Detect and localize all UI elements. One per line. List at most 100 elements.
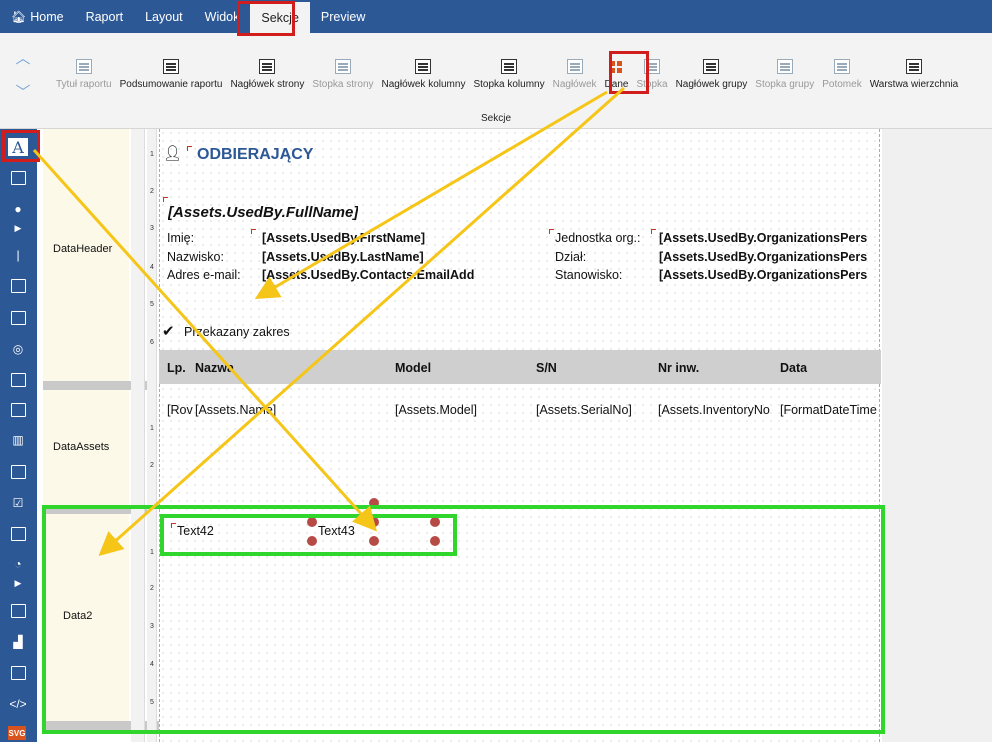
chart-icon[interactable] (8, 370, 28, 390)
resize-handle[interactable] (307, 517, 317, 527)
column-nazwa[interactable]: Nazwa (195, 361, 234, 375)
ribbon: ︿ ﹀ Tytuł raportu Podsumowanie raportu N… (0, 33, 992, 129)
resize-handle[interactable] (430, 517, 440, 527)
ribbon-group-header-button[interactable]: Nagłówek grupy (672, 55, 752, 95)
ribbon-header-button[interactable]: Nagłówek (549, 55, 601, 95)
cell-inventory[interactable]: [Assets.InventoryNo (658, 403, 778, 417)
ribbon-page-footer-button[interactable]: Stopka strony (308, 55, 377, 95)
last-name-field[interactable]: [Assets.UsedBy.LastName] (262, 250, 484, 264)
shape-icon[interactable]: ● (8, 199, 28, 219)
band-label: Data2 (63, 610, 93, 622)
object-marker (171, 523, 176, 528)
svg-icon[interactable]: SVG (8, 726, 26, 740)
cell-row-number[interactable]: [Rov (167, 403, 193, 417)
full-name-field[interactable]: [Assets.UsedBy.FullName] (168, 204, 358, 221)
first-name-field[interactable]: [Assets.UsedBy.FirstName] (262, 231, 484, 245)
column-model[interactable]: Model (395, 361, 431, 375)
ribbon-label: Nagłówek strony (230, 79, 305, 90)
transfer-scope-label[interactable]: Przekazany zakres (184, 325, 290, 339)
ruler-number: 6 (150, 339, 154, 346)
last-name-label[interactable]: Nazwisko: (167, 250, 224, 264)
menu-home[interactable]: 🏠︎ Home (0, 0, 75, 33)
org-unit-label[interactable]: Jednostka org.: (555, 231, 640, 245)
resize-handle[interactable] (369, 498, 379, 508)
ribbon-report-title-button[interactable]: Tytuł raportu (52, 55, 116, 95)
cross-tab-icon[interactable] (8, 601, 28, 621)
vertical-ruler (131, 129, 145, 742)
report-page[interactable]: 👤︎ ODBIERAJĄCY [Assets.UsedBy.FullName] … (159, 129, 881, 742)
section-title[interactable]: ODBIERAJĄCY (197, 146, 313, 164)
menu-layout[interactable]: Layout (134, 0, 194, 33)
cell-date[interactable]: [FormatDateTime (780, 403, 879, 417)
zip-code-icon[interactable] (8, 663, 28, 683)
resize-handle[interactable] (307, 536, 317, 546)
expand-icon[interactable]: ▶ (8, 576, 28, 590)
resize-handle[interactable] (369, 536, 379, 546)
ribbon-label: Stopka strony (312, 79, 374, 90)
department-label[interactable]: Dział: (555, 250, 586, 264)
table-header[interactable]: Lp. Nazwa Model S/N Nr inw. Data (159, 350, 881, 384)
expand-icon[interactable]: ▶ (8, 221, 28, 235)
department-field[interactable]: [Assets.UsedBy.OrganizationsPers (659, 250, 880, 264)
svg-label: SVG (8, 728, 26, 738)
text43-object[interactable]: Text43 (318, 524, 355, 538)
ruler-number: 1 (150, 151, 154, 158)
org-unit-field[interactable]: [Assets.UsedBy.OrganizationsPers (659, 231, 880, 245)
email-label[interactable]: Adres e-mail: (167, 268, 241, 282)
position-label[interactable]: Stanowisko: (555, 268, 622, 282)
barcode-icon[interactable]: ▥ (8, 430, 28, 450)
chevron-down-icon[interactable]: ﹀ (15, 81, 31, 101)
ribbon-overlay-button[interactable]: Warstwa wierzchnia (866, 55, 963, 95)
picture-icon[interactable] (8, 168, 28, 188)
rich-text-icon[interactable] (8, 462, 28, 482)
chevron-up-icon[interactable]: ︿ (15, 47, 31, 67)
menu-preview[interactable]: Preview (310, 0, 376, 33)
ribbon-report-summary-button[interactable]: Podsumowanie raportu (116, 55, 227, 95)
cell-model[interactable]: [Assets.Model] (395, 403, 477, 417)
table-icon[interactable] (8, 308, 28, 328)
data-band-icon (608, 59, 624, 74)
first-name-label[interactable]: Imię: (167, 231, 194, 245)
ribbon-data-button[interactable]: Dane (601, 55, 633, 95)
menu-raport[interactable]: Raport (75, 0, 135, 33)
gauge-icon[interactable]: ◔ (8, 554, 28, 574)
ribbon-page-header-button[interactable]: Nagłówek strony (226, 55, 308, 95)
text42-object[interactable]: Text42 (177, 524, 214, 538)
column-lp[interactable]: Lp. (167, 361, 186, 375)
cellular-text-icon[interactable] (8, 524, 28, 544)
menu-preview-label: Preview (320, 9, 366, 24)
cell-serial[interactable]: [Assets.SerialNo] (536, 403, 632, 417)
ribbon-column-footer-button[interactable]: Stopka kolumny (469, 55, 548, 95)
ribbon-column-header-button[interactable]: Nagłówek kolumny (378, 55, 470, 95)
text-object-icon[interactable]: A (8, 138, 28, 157)
column-nr-inw[interactable]: Nr inw. (658, 361, 699, 375)
column-sn[interactable]: S/N (536, 361, 557, 375)
menu-widok[interactable]: Widok (194, 0, 251, 33)
matrix-icon[interactable] (8, 400, 28, 420)
ribbon-label: Podsumowanie raportu (119, 79, 223, 90)
band-dataheader[interactable]: DataHeader (43, 129, 129, 381)
subreport-icon[interactable] (8, 276, 28, 296)
resize-handle[interactable] (369, 517, 379, 527)
resize-handle[interactable] (430, 536, 440, 546)
ribbon-child-button[interactable]: Potomek (818, 55, 865, 95)
ribbon-group-footer-button[interactable]: Stopka grupy (751, 55, 818, 95)
column-data[interactable]: Data (780, 361, 807, 375)
footer-icon (644, 59, 660, 74)
band-dataassets[interactable]: DataAssets (43, 390, 129, 505)
band-label: DataAssets (53, 441, 110, 453)
position-field[interactable]: [Assets.UsedBy.OrganizationsPers (659, 268, 880, 282)
html-icon[interactable]: </> (8, 694, 28, 714)
page-header-icon (259, 59, 276, 74)
cell-name[interactable]: [Assets.Name] (195, 403, 276, 417)
ribbon-footer-button[interactable]: Stopka (632, 55, 671, 95)
menu-sekcje[interactable]: Sekcje (250, 2, 310, 33)
line-icon[interactable]: | (8, 245, 28, 265)
email-field[interactable]: [Assets.UsedBy.Contacts.EmailAdd (262, 268, 484, 282)
object-marker (251, 229, 256, 234)
ruler-number: 3 (150, 623, 154, 630)
bar-chart-icon[interactable]: ▟ (8, 632, 28, 652)
band-data2[interactable]: Data2 (43, 514, 129, 728)
map-icon[interactable]: ◎ (8, 339, 28, 359)
checkbox-icon[interactable]: ☑ (8, 493, 28, 513)
